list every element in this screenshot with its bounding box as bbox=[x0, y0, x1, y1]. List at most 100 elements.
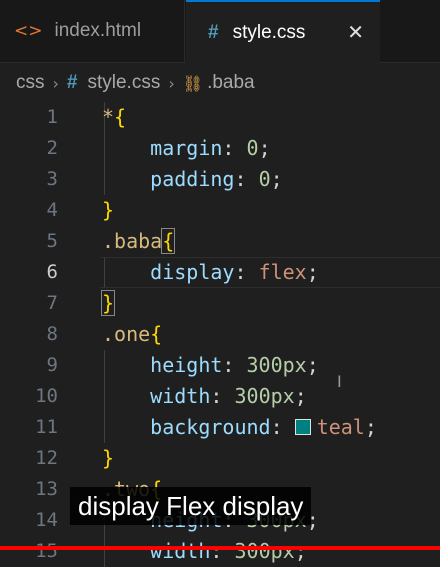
text-cursor-icon: I bbox=[337, 372, 342, 391]
code-line[interactable]: 10 width: 300px; bbox=[0, 381, 440, 412]
token: } bbox=[102, 198, 115, 222]
token: .one bbox=[102, 322, 151, 346]
token: : bbox=[210, 384, 235, 408]
breadcrumb-file[interactable]: style.css bbox=[87, 72, 160, 94]
token: { bbox=[150, 322, 163, 346]
css-file-icon: # bbox=[66, 72, 78, 93]
color-swatch-icon[interactable] bbox=[294, 419, 311, 435]
line-number: 11 bbox=[35, 416, 58, 438]
token: 0 bbox=[246, 136, 259, 160]
token: ; bbox=[294, 539, 307, 563]
token: 0 bbox=[258, 167, 271, 191]
breadcrumb: css › # style.css › ⛓ .baba bbox=[0, 62, 440, 104]
token: : bbox=[210, 539, 235, 563]
token: : bbox=[222, 353, 247, 377]
code-text: } bbox=[100, 288, 116, 319]
token: { bbox=[161, 228, 176, 254]
line-number: 6 bbox=[46, 261, 58, 283]
token: ; bbox=[306, 260, 319, 284]
tab-bar: <> index.html # style.css ✕ bbox=[0, 0, 440, 63]
video-progress-bar[interactable] bbox=[0, 546, 440, 550]
token: flex bbox=[258, 260, 307, 284]
code-text: display: flex; bbox=[102, 257, 319, 288]
code-line[interactable]: 9 height: 300px; bbox=[0, 350, 440, 381]
line-number: 12 bbox=[35, 447, 58, 469]
token: : bbox=[234, 260, 259, 284]
line-number: 13 bbox=[35, 478, 58, 500]
code-line[interactable]: 2 margin: 0; bbox=[0, 133, 440, 164]
line-number: 2 bbox=[46, 137, 58, 159]
code-line[interactable]: 4} bbox=[0, 195, 440, 226]
token: : bbox=[234, 167, 259, 191]
code-line[interactable]: 8 .one{ bbox=[0, 319, 440, 350]
token: { bbox=[114, 105, 127, 129]
tab-label: style.css bbox=[232, 21, 306, 43]
token: ; bbox=[364, 415, 377, 439]
code-line[interactable]: 11 background: teal; bbox=[0, 412, 440, 443]
code-text: .one{ bbox=[102, 319, 162, 350]
token: .baba bbox=[102, 229, 163, 253]
code-text: width: 300px; bbox=[102, 536, 307, 567]
token: * bbox=[102, 105, 115, 129]
token: teal bbox=[316, 415, 365, 439]
code-text: padding: 0; bbox=[102, 164, 283, 195]
line-number: 3 bbox=[46, 168, 58, 190]
code-text: width: 300px; bbox=[102, 381, 307, 412]
token: width bbox=[150, 539, 211, 563]
line-number: 7 bbox=[46, 292, 58, 314]
token: display bbox=[150, 260, 235, 284]
code-text: .baba{ bbox=[102, 226, 176, 257]
token: 300px bbox=[234, 384, 295, 408]
code-line[interactable]: 1 *{ bbox=[0, 102, 440, 133]
token: ; bbox=[258, 136, 271, 160]
close-icon[interactable]: ✕ bbox=[347, 20, 364, 44]
line-number: 4 bbox=[46, 199, 58, 221]
tab-style-css[interactable]: # style.css ✕ bbox=[186, 0, 380, 63]
code-text: } bbox=[102, 443, 114, 474]
code-text: *{ bbox=[102, 102, 126, 133]
tab-label: index.html bbox=[54, 20, 142, 41]
tab-index-html[interactable]: <> index.html bbox=[0, 0, 185, 62]
token: } bbox=[102, 446, 115, 470]
line-number: 10 bbox=[35, 385, 58, 407]
code-line[interactable]: 12} bbox=[0, 443, 440, 474]
line-number: 9 bbox=[46, 354, 58, 376]
html-file-icon: <> bbox=[14, 21, 43, 41]
token: ; bbox=[306, 353, 319, 377]
chevron-right-icon: › bbox=[52, 73, 59, 93]
code-line[interactable]: 5 .baba{ bbox=[0, 226, 440, 257]
token: 300px bbox=[246, 353, 307, 377]
code-line[interactable]: 7} bbox=[0, 288, 440, 319]
line-number: 14 bbox=[35, 509, 58, 531]
token: ; bbox=[270, 167, 283, 191]
token: 300px bbox=[234, 539, 295, 563]
breadcrumb-folder[interactable]: css bbox=[16, 72, 45, 94]
token: width bbox=[150, 384, 211, 408]
video-caption: display Flex display bbox=[70, 487, 312, 525]
line-number: 5 bbox=[46, 230, 58, 252]
code-line[interactable]: 6 display: flex; bbox=[0, 257, 440, 288]
breadcrumb-symbol[interactable]: .baba bbox=[207, 72, 255, 94]
line-number: 8 bbox=[46, 323, 58, 345]
code-line[interactable]: 15 width: 300px; bbox=[0, 536, 440, 567]
token: background bbox=[150, 415, 271, 439]
code-text: height: 300px; bbox=[102, 350, 319, 381]
token: : bbox=[270, 415, 295, 439]
token: ; bbox=[294, 384, 307, 408]
css-file-icon: # bbox=[208, 21, 219, 43]
code-text: } bbox=[102, 195, 114, 226]
token: height bbox=[150, 353, 223, 377]
code-text: background: teal; bbox=[102, 412, 377, 443]
token: margin bbox=[150, 136, 223, 160]
code-line[interactable]: 3 padding: 0; bbox=[0, 164, 440, 195]
token: : bbox=[222, 136, 247, 160]
chevron-right-icon: › bbox=[168, 73, 175, 93]
code-text: margin: 0; bbox=[102, 133, 271, 164]
selector-symbol-icon: ⛓ bbox=[182, 73, 204, 93]
